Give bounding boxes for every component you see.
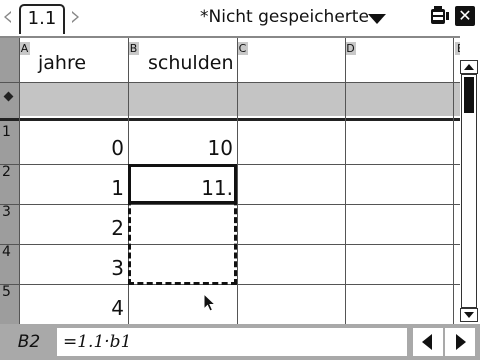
column-name: jahre: [38, 52, 87, 74]
selected-cell[interactable]: [128, 164, 237, 204]
row-number[interactable]: 1: [2, 124, 11, 140]
calculator-screen: 1.1 *Nicht gespeicherte ✕ A jahre B schu…: [0, 0, 480, 360]
row-number[interactable]: 2: [2, 164, 11, 180]
column-header-b[interactable]: B schulden: [128, 38, 237, 82]
cell-a4[interactable]: 3: [19, 242, 128, 282]
column-header-a[interactable]: A jahre: [19, 38, 128, 82]
scroll-thumb[interactable]: [464, 77, 474, 113]
header-separator: [0, 118, 460, 121]
next-button[interactable]: [445, 328, 475, 356]
close-icon[interactable]: ✕: [455, 6, 475, 26]
triangle-right-icon[interactable]: [72, 11, 79, 23]
column-letter: A: [19, 42, 30, 55]
spreadsheet: A jahre B schulden C D E 1 2: [0, 36, 460, 326]
previous-button[interactable]: [413, 328, 443, 356]
vertical-scrollbar[interactable]: [460, 36, 480, 324]
tab-page[interactable]: 1.1: [19, 4, 65, 34]
column-letter: C: [237, 42, 248, 55]
scroll-up-button[interactable]: [460, 60, 478, 74]
top-bar: 1.1 *Nicht gespeicherte ✕: [0, 0, 480, 36]
column-letter: B: [128, 42, 139, 55]
column-header-d[interactable]: D: [345, 38, 453, 82]
grid-line: [0, 82, 460, 83]
cell-a5[interactable]: 4: [19, 282, 128, 322]
column-letter: D: [345, 42, 356, 55]
row-number[interactable]: 5: [2, 284, 11, 300]
scroll-down-button[interactable]: [460, 308, 478, 322]
column-name: schulden: [148, 52, 234, 74]
entry-bar: B2: [0, 324, 480, 360]
triangle-left-icon[interactable]: [4, 11, 11, 23]
battery-icon: [431, 6, 449, 24]
column-header-c[interactable]: C: [237, 38, 345, 82]
cell-a3[interactable]: 2: [19, 202, 128, 242]
formula-row[interactable]: [19, 82, 460, 116]
row-number[interactable]: 3: [2, 204, 11, 220]
cell-b1[interactable]: 10: [128, 122, 237, 162]
formula-input[interactable]: [57, 328, 407, 356]
cell-a2[interactable]: 1: [19, 162, 128, 202]
scroll-track[interactable]: [461, 74, 477, 308]
cell-reference: B2: [3, 328, 55, 356]
cell-a1[interactable]: 0: [19, 122, 128, 162]
hand-cursor-icon: [203, 293, 217, 312]
row-number[interactable]: 4: [2, 244, 11, 260]
document-title[interactable]: *Nicht gespeicherte: [200, 7, 369, 27]
column-header-e[interactable]: E: [453, 38, 460, 82]
chevron-down-icon[interactable]: [368, 14, 386, 24]
